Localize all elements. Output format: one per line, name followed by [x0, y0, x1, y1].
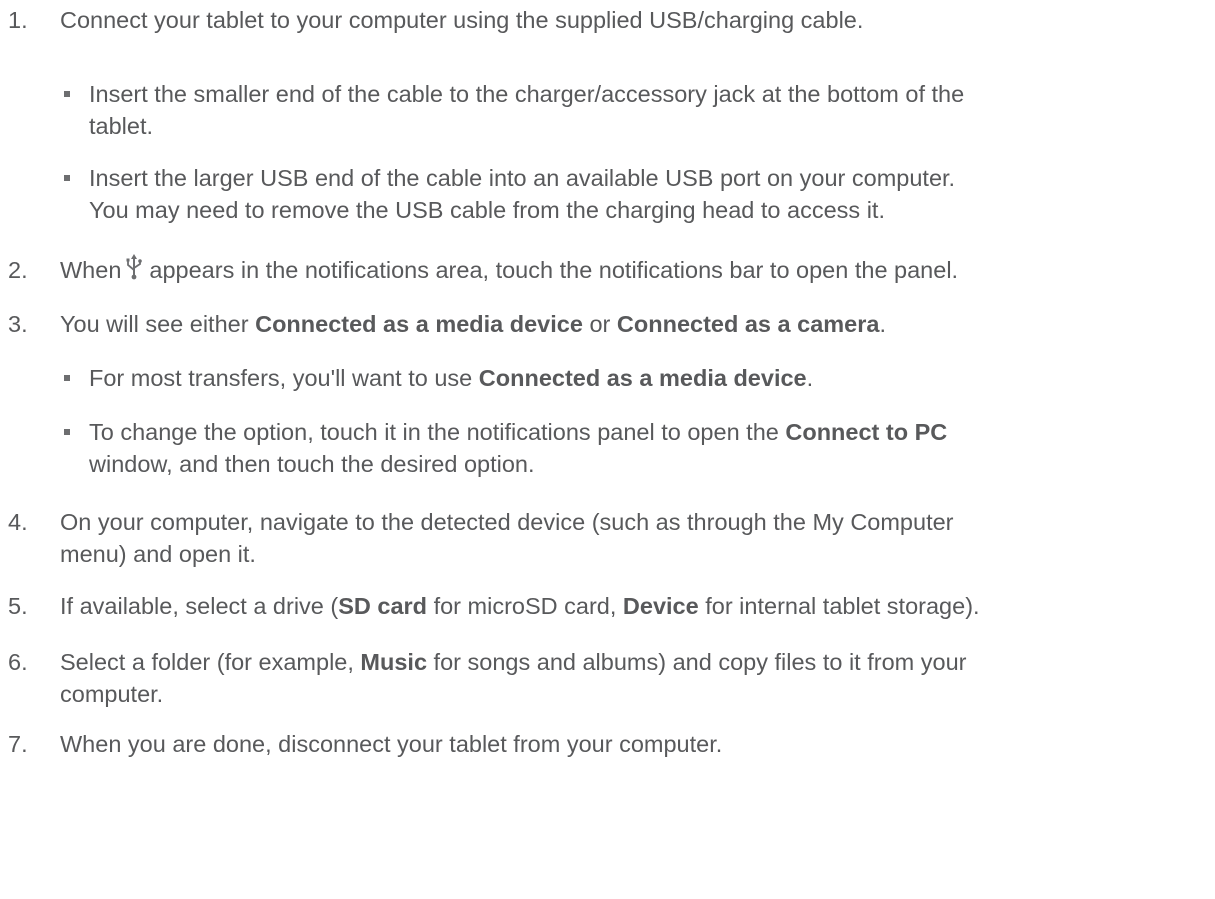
option-media-device: Connected as a media device — [255, 311, 583, 337]
step-7: 7. When you are done, disconnect your ta… — [8, 728, 1208, 760]
bullet-text-line-1: Insert the smaller end of the cable to t… — [89, 81, 965, 107]
step-number: 2. — [8, 257, 28, 283]
bullet-marker — [64, 78, 89, 142]
step-number: 5. — [8, 593, 28, 619]
bullet-text-line-1: Insert the larger USB end of the cable i… — [89, 165, 956, 191]
step-6: 6. Select a folder (for example, Music f… — [8, 646, 1208, 710]
step-3-bullet-2: To change the option, touch it in the no… — [64, 416, 1204, 480]
step-text: . — [879, 311, 886, 337]
option-media-device: Connected as a media device — [478, 365, 807, 391]
step-2: 2. When appears in the notifications are… — [8, 254, 1208, 286]
step-text: Connect your tablet to your computer usi… — [60, 7, 864, 33]
step-1-bullet-1: Insert the smaller end of the cable to t… — [64, 78, 1204, 142]
step-number: 3. — [8, 311, 28, 337]
bullet-marker — [64, 416, 89, 480]
step-text-line-2: computer. — [60, 681, 164, 707]
step-text: You will see either — [60, 311, 256, 337]
step-number: 7. — [8, 731, 28, 757]
bullet-text: For most transfers, you'll want to use — [89, 365, 479, 391]
step-3-bullet-1: For most transfers, you'll want to use C… — [64, 362, 1204, 394]
bullet-text-line-2: You may need to remove the USB cable fro… — [89, 197, 885, 223]
step-text: for microSD card, — [427, 593, 623, 619]
bullet-marker — [64, 362, 89, 394]
step-text-before-icon: When — [60, 257, 122, 283]
step-text: When you are done, disconnect your table… — [60, 731, 723, 757]
step-5: 5. If available, select a drive (SD card… — [8, 590, 1208, 622]
step-3: 3. You will see either Connected as a me… — [8, 308, 1208, 340]
step-text-line-2: menu) and open it. — [60, 541, 256, 567]
step-text-after-icon: appears in the notifications area, touch… — [149, 257, 959, 283]
step-1-bullet-2: Insert the larger USB end of the cable i… — [64, 162, 1204, 226]
step-text: or — [582, 311, 617, 337]
bullet-text-line-2: window, and then touch the desired optio… — [89, 451, 535, 477]
step-1: 1. Connect your tablet to your computer … — [8, 4, 1208, 36]
music-label: Music — [360, 649, 428, 675]
step-number: 6. — [8, 649, 28, 675]
step-number: 1. — [8, 7, 28, 33]
option-camera: Connected as a camera — [616, 311, 880, 337]
step-text: If available, select a drive ( — [60, 593, 339, 619]
connect-to-pc-label: Connect to PC — [785, 419, 948, 445]
sd-card-label: SD card — [338, 593, 428, 619]
step-text: for internal tablet storage). — [698, 593, 980, 619]
bullet-marker — [64, 162, 89, 226]
bullet-text: . — [806, 365, 814, 391]
bullet-text-line-2: tablet. — [89, 113, 154, 139]
bullet-text: To change the option, touch it in the no… — [89, 419, 786, 445]
usb-icon — [125, 254, 143, 280]
step-text-line-1: On your computer, navigate to the detect… — [60, 509, 954, 535]
step-text: for songs and albums) and copy files to … — [427, 649, 967, 675]
step-text: Select a folder (for example, — [60, 649, 361, 675]
step-4: 4. On your computer, navigate to the det… — [8, 506, 1208, 570]
device-label: Device — [622, 593, 699, 619]
step-number: 4. — [8, 509, 28, 535]
